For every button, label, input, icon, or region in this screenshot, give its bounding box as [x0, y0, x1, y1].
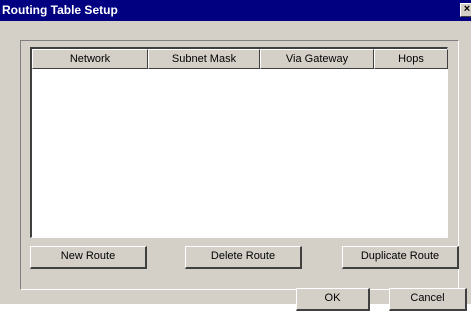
- routing-table-dialog: Routing Table Setup × Network Subnet Mas…: [0, 0, 471, 311]
- new-route-button[interactable]: New Route: [30, 246, 147, 269]
- column-header-subnet-mask[interactable]: Subnet Mask: [148, 49, 260, 69]
- cancel-button[interactable]: Cancel: [389, 288, 467, 311]
- duplicate-route-button[interactable]: Duplicate Route: [342, 246, 459, 269]
- routes-list-view[interactable]: Network Subnet Mask Via Gateway Hops: [30, 47, 448, 238]
- delete-route-button[interactable]: Delete Route: [185, 246, 302, 269]
- title-bar[interactable]: Routing Table Setup ×: [0, 0, 471, 21]
- routes-table-header: Network Subnet Mask Via Gateway Hops: [32, 49, 448, 69]
- ok-button[interactable]: OK: [296, 288, 370, 311]
- column-header-via-gateway[interactable]: Via Gateway: [260, 49, 374, 69]
- column-header-network[interactable]: Network: [32, 49, 148, 69]
- close-icon: ×: [463, 3, 471, 15]
- column-header-hops[interactable]: Hops: [374, 49, 448, 69]
- close-button[interactable]: ×: [460, 3, 471, 17]
- window-title: Routing Table Setup: [2, 3, 118, 17]
